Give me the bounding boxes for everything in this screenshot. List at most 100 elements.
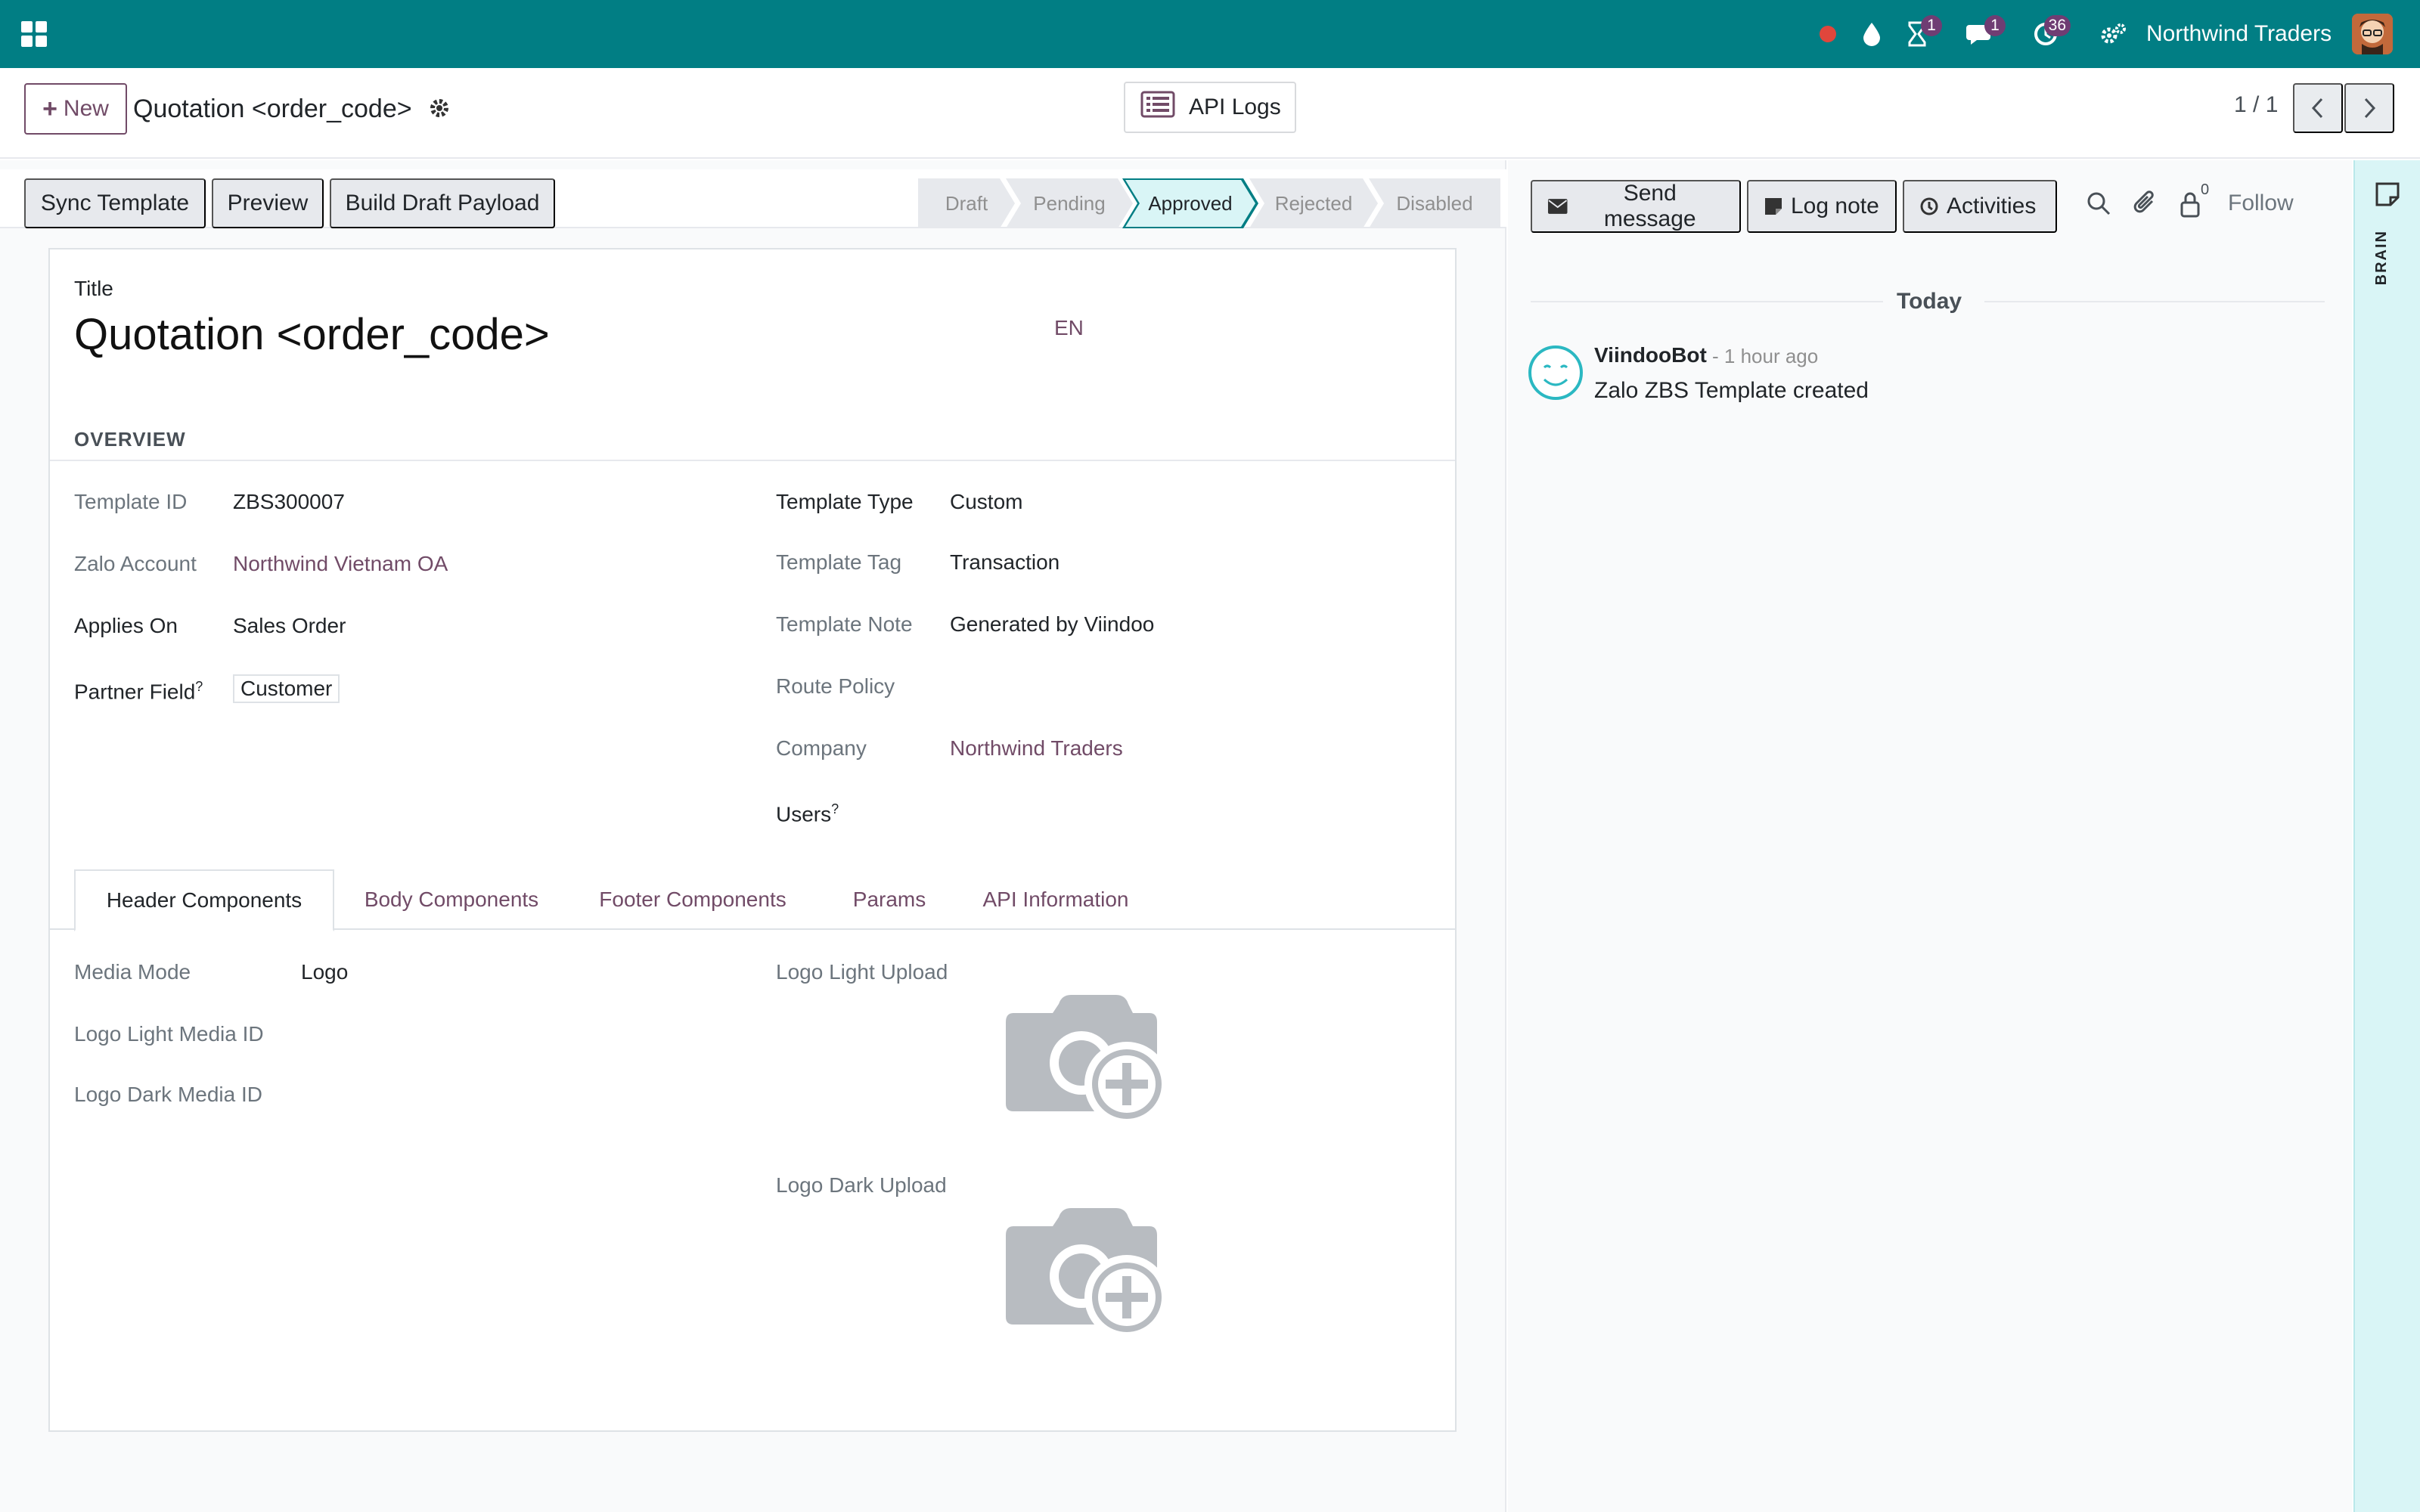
api-logs-button[interactable]: API Logs <box>1124 82 1296 133</box>
pager-previous-button[interactable] <box>2293 83 2343 133</box>
logo-light-upload-label: Logo Light Upload <box>776 960 948 984</box>
stage-approved-label: Approved <box>1125 180 1255 227</box>
form-view: Sync Template Preview Build Draft Payloa… <box>0 160 1506 1512</box>
timer-icon[interactable]: 36 <box>2028 15 2071 51</box>
record-actions-gear-icon[interactable] <box>427 95 452 121</box>
chevron-left-icon <box>2311 98 2323 119</box>
plus-icon: + <box>42 94 57 123</box>
top-navbar: 1 1 36 Northwind Traders <box>0 0 2420 68</box>
logo-dark-upload-label: Logo Dark Upload <box>776 1173 947 1197</box>
brain-side-panel: BRAIN <box>2353 160 2420 1512</box>
template-type-label: Template Type <box>776 490 914 513</box>
logo-dark-media-id-label: Logo Dark Media ID <box>74 1083 263 1106</box>
applies-on-value[interactable]: Sales Order <box>233 611 346 641</box>
messages-badge: 1 <box>1984 15 2006 36</box>
user-avatar[interactable] <box>2352 14 2393 54</box>
stage-disabled-label: Disabled <box>1396 191 1473 215</box>
settings-gears-icon[interactable] <box>2096 17 2131 51</box>
title-label: Title <box>74 277 113 300</box>
logo-light-media-id-label: Logo Light Media ID <box>74 1022 264 1046</box>
activity-icon[interactable]: 1 <box>1900 15 1942 51</box>
template-note-value: Generated by Viindoo <box>950 612 1155 636</box>
template-tag-label: Template Tag <box>776 550 902 574</box>
zalo-account-link[interactable]: Northwind Vietnam OA <box>233 549 448 579</box>
activities-label: Activities <box>1947 194 2037 218</box>
company-label: Company <box>776 736 867 760</box>
stage-draft[interactable]: Draft <box>918 178 1015 228</box>
date-divider-left <box>1531 301 1883 302</box>
pager-next-button[interactable] <box>2344 83 2394 133</box>
followers-lock-icon[interactable]: 0 <box>2178 181 2209 222</box>
media-mode-label: Media Mode <box>74 960 191 984</box>
help-tooltip-icon[interactable]: ? <box>195 679 203 694</box>
section-divider <box>50 460 1455 461</box>
new-button[interactable]: + New <box>24 83 127 135</box>
template-id-label: Template ID <box>74 490 188 513</box>
users-label: Users? <box>776 794 839 829</box>
company-link[interactable]: Northwind Traders <box>950 733 1123 764</box>
clock-icon <box>1920 197 1938 215</box>
sync-template-button[interactable]: Sync Template <box>24 178 206 228</box>
stage-pending[interactable]: Pending <box>1006 178 1133 228</box>
template-note-label: Template Note <box>776 612 913 636</box>
tab-api-information[interactable]: API Information <box>966 869 1145 930</box>
tab-header-components[interactable]: Header Components <box>74 869 334 931</box>
log-note-button[interactable]: Log note <box>1747 180 1897 233</box>
company-switcher[interactable]: Northwind Traders <box>2146 18 2332 50</box>
apps-menu-icon[interactable] <box>20 20 48 48</box>
send-message-label: Send message <box>1603 181 1696 231</box>
camera-plus-icon[interactable] <box>1006 990 1169 1126</box>
route-policy-label: Route Policy <box>776 674 895 698</box>
note-square-icon[interactable] <box>2375 181 2400 211</box>
stage-approved[interactable]: Approved <box>1122 178 1258 228</box>
stage-rejected[interactable]: Rejected <box>1249 178 1378 228</box>
stage-disabled[interactable]: Disabled <box>1369 178 1500 228</box>
help-tooltip-icon[interactable]: ? <box>831 801 839 816</box>
message-timestamp: - 1 hour ago <box>1712 345 1819 367</box>
chatter-panel: Send message Log note Activities 0 Follo… <box>1508 160 2352 1512</box>
language-button[interactable]: EN <box>1054 316 1084 340</box>
list-icon <box>1140 91 1175 124</box>
note-icon <box>1765 198 1782 215</box>
partner-field-tag[interactable]: Customer <box>233 674 340 703</box>
partner-field-label: Partner Field? <box>74 671 203 707</box>
applies-on-label: Applies On <box>74 614 178 637</box>
paperclip-icon[interactable] <box>2133 191 2158 222</box>
build-draft-payload-button[interactable]: Build Draft Payload <box>330 178 555 228</box>
chevron-right-icon <box>2364 98 2376 119</box>
title-field[interactable]: Quotation <order_code> <box>74 308 550 361</box>
template-type-value[interactable]: Custom <box>950 487 1022 517</box>
tab-body-components[interactable]: Body Components <box>351 869 552 930</box>
users-label-text: Users <box>776 802 832 826</box>
form-sheet: Title Quotation <order_code> EN OVERVIEW… <box>48 248 1457 1432</box>
bot-avatar[interactable] <box>1528 345 1584 401</box>
search-icon[interactable] <box>2086 191 2111 220</box>
messages-icon[interactable]: 1 <box>1963 15 2006 51</box>
send-message-button[interactable]: Send message <box>1531 180 1741 233</box>
media-mode-value[interactable]: Logo <box>301 957 348 987</box>
camera-plus-icon[interactable] <box>1006 1204 1169 1340</box>
tab-params[interactable]: Params <box>836 869 942 930</box>
follow-button[interactable]: Follow <box>2228 191 2294 216</box>
brain-panel-toggle[interactable]: BRAIN <box>2373 230 2391 285</box>
preview-button[interactable]: Preview <box>212 178 324 228</box>
overview-section-heading: OVERVIEW <box>74 428 186 451</box>
recording-dot-icon[interactable] <box>1810 17 1845 51</box>
timer-badge: 36 <box>2043 15 2071 36</box>
template-id-value: ZBS300007 <box>233 490 345 513</box>
stage-rejected-label: Rejected <box>1274 191 1353 215</box>
log-note-label: Log note <box>1791 194 1879 218</box>
pager-value[interactable]: 1 / 1 <box>2234 92 2278 118</box>
envelope-icon <box>1547 199 1568 214</box>
date-divider-right <box>1984 301 2325 302</box>
control-panel: + New Quotation <order_code> API Logs 1 … <box>0 68 2420 159</box>
new-button-label: New <box>63 96 109 121</box>
activities-button[interactable]: Activities <box>1903 180 2057 233</box>
partner-field-label-text: Partner Field <box>74 680 196 704</box>
notebook-tabs: Header Components Body Components Footer… <box>50 869 1455 931</box>
message-author[interactable]: ViindooBot <box>1594 343 1707 367</box>
stage-pending-label: Pending <box>1033 191 1106 215</box>
tab-footer-components[interactable]: Footer Components <box>579 869 806 930</box>
zalo-account-label: Zalo Account <box>74 552 197 575</box>
drop-icon[interactable] <box>1854 17 1889 51</box>
